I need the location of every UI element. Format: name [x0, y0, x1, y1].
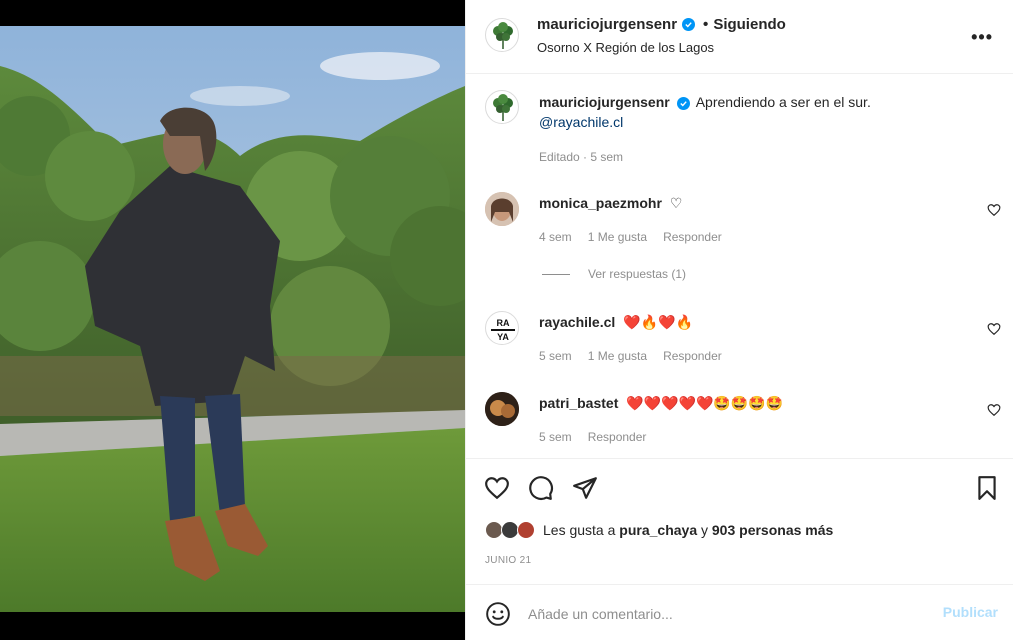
- likes-user[interactable]: pura_chaya: [619, 522, 697, 538]
- avatar-photo: [485, 392, 519, 426]
- post-detail-panel: mauriciojurgensenr • Siguiendo Osorno X …: [465, 0, 1013, 640]
- caption-edited-time: Editado · 5 sem: [539, 150, 624, 164]
- like-comment-heart-icon[interactable]: [987, 322, 1001, 336]
- avatar-photo: [485, 192, 519, 226]
- comment-input[interactable]: [528, 603, 928, 625]
- post-photo[interactable]: [0, 26, 465, 612]
- plant-logo-icon: [493, 22, 513, 49]
- comment-text: ♡: [669, 195, 683, 211]
- share-paper-plane-icon[interactable]: [572, 475, 598, 501]
- comment-text: ❤️🔥❤️🔥: [623, 314, 693, 330]
- likes-count[interactable]: 903 personas más: [712, 522, 833, 538]
- raya-logo-top: RA: [496, 318, 510, 328]
- commenter-avatar[interactable]: [485, 192, 519, 226]
- caption-body: mauriciojurgensenr Aprendiendo a ser en …: [539, 92, 959, 132]
- raya-logo: RA YA: [486, 318, 518, 342]
- comment-username[interactable]: patri_bastet: [539, 395, 618, 411]
- view-replies-label: Ver respuestas (1): [588, 267, 687, 281]
- save-bookmark-icon[interactable]: [974, 475, 1000, 501]
- header-user-row: mauriciojurgensenr • Siguiendo: [537, 16, 786, 33]
- likes-text: Les gusta a pura_chaya y 903 personas má…: [543, 522, 833, 538]
- reply-button[interactable]: Responder: [663, 349, 722, 363]
- post-date[interactable]: JUNIO 21: [485, 555, 531, 566]
- caption-username[interactable]: mauriciojurgensenr: [539, 94, 670, 110]
- view-replies-button[interactable]: Ver respuestas (1): [542, 267, 686, 281]
- author-avatar[interactable]: [485, 18, 519, 52]
- comment-body: patri_bastet ❤️❤️❤️❤️❤️🤩🤩🤩🤩: [539, 393, 959, 413]
- add-comment-bar: Publicar: [466, 584, 1013, 640]
- like-comment-heart-icon[interactable]: [987, 403, 1001, 417]
- comments-list[interactable]: mauriciojurgensenr Aprendiendo a ser en …: [466, 74, 1013, 458]
- raya-logo-bottom: YA: [497, 332, 509, 342]
- verified-badge-icon: [676, 97, 690, 110]
- publish-button[interactable]: Publicar: [943, 604, 998, 620]
- caption-meta: Editado · 5 sem: [539, 150, 623, 164]
- post-media: [0, 0, 465, 640]
- verified-badge-icon: [682, 18, 696, 31]
- comment-body: monica_paezmohr ♡: [539, 193, 959, 213]
- replies-divider-line: [542, 273, 570, 275]
- more-options-icon[interactable]: •••: [971, 27, 993, 48]
- comment-username[interactable]: monica_paezmohr: [539, 195, 662, 211]
- post-header: mauriciojurgensenr • Siguiendo Osorno X …: [466, 0, 1013, 74]
- author-username[interactable]: mauriciojurgensenr: [537, 16, 677, 33]
- like-comment-heart-icon[interactable]: [987, 203, 1001, 217]
- likes-conj: y: [701, 522, 708, 538]
- liker-avatar: [517, 521, 535, 539]
- post-actions: Les gusta a pura_chaya y 903 personas má…: [466, 458, 1013, 584]
- raya-logo-bar: [491, 329, 515, 331]
- comment-likes[interactable]: 1 Me gusta: [588, 230, 647, 244]
- comment-body: rayachile.cl ❤️🔥❤️🔥: [539, 312, 959, 332]
- comment-username[interactable]: rayachile.cl: [539, 314, 615, 330]
- likes-prefix: Les gusta a: [543, 522, 616, 538]
- comment-meta: 5 sem Responder: [539, 430, 646, 444]
- comment-bubble-icon[interactable]: [528, 475, 554, 501]
- reply-button[interactable]: Responder: [588, 430, 647, 444]
- commenter-avatar[interactable]: [485, 392, 519, 426]
- comment-time: 4 sem: [539, 230, 572, 244]
- comment-time: 5 sem: [539, 430, 572, 444]
- caption-mention-link[interactable]: @rayachile.cl: [539, 114, 623, 130]
- separator-dot: •: [703, 16, 709, 33]
- photo-man-in-poncho: [0, 26, 465, 612]
- commenter-avatar[interactable]: RA YA: [485, 311, 519, 345]
- following-button[interactable]: Siguiendo: [713, 16, 786, 33]
- likes-summary[interactable]: Les gusta a pura_chaya y 903 personas má…: [485, 521, 833, 539]
- comment-meta: 5 sem 1 Me gusta Responder: [539, 349, 722, 363]
- comment-text: ❤️❤️❤️❤️❤️🤩🤩🤩🤩: [626, 395, 784, 411]
- caption-author-avatar[interactable]: [485, 90, 519, 124]
- comment-time: 5 sem: [539, 349, 572, 363]
- post-location[interactable]: Osorno X Región de los Lagos: [537, 40, 714, 55]
- emoji-smiley-icon[interactable]: [485, 601, 511, 627]
- comment-meta: 4 sem 1 Me gusta Responder: [539, 230, 722, 244]
- comment-likes[interactable]: 1 Me gusta: [588, 349, 647, 363]
- like-heart-icon[interactable]: [484, 475, 510, 501]
- plant-logo-icon: [493, 94, 513, 121]
- caption-text: Aprendiendo a ser en el sur.: [695, 94, 871, 110]
- reply-button[interactable]: Responder: [663, 230, 722, 244]
